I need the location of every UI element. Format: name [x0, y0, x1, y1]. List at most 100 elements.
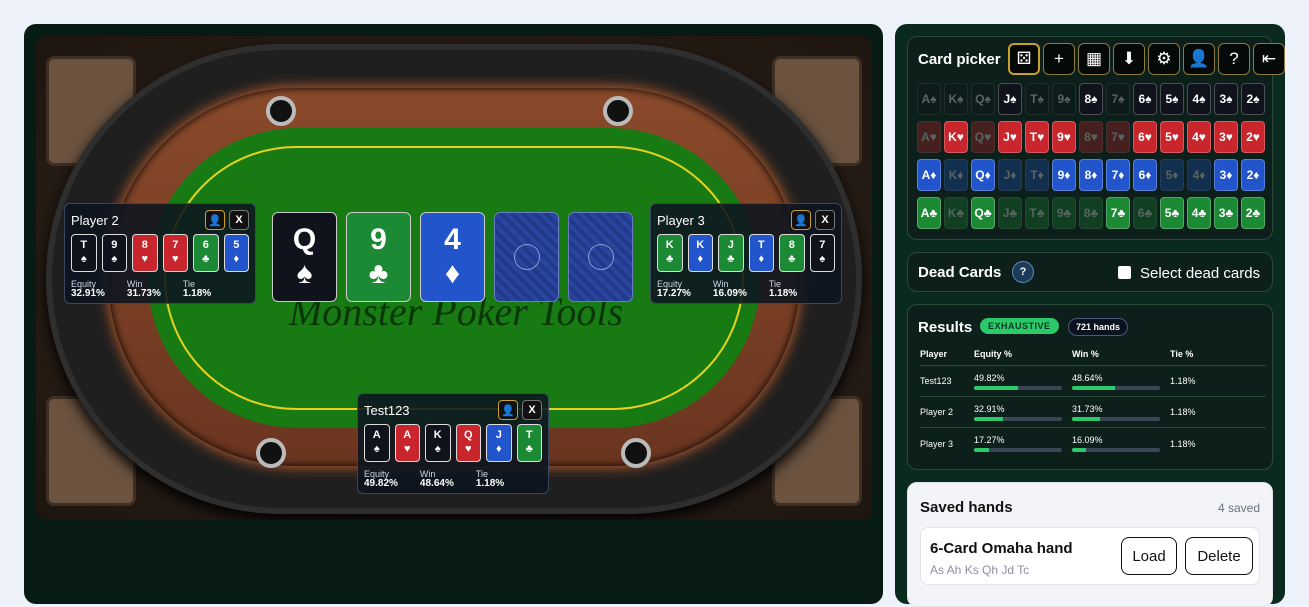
picker-card[interactable]: 9 ♦	[1052, 159, 1076, 191]
picker-card[interactable]: 9 ♣	[1052, 197, 1076, 229]
picker-card[interactable]: 3 ♣	[1214, 197, 1238, 229]
dead-cards-checkbox-label[interactable]: Select dead cards	[1140, 265, 1260, 282]
hole-card[interactable]: T ♦	[748, 234, 774, 272]
picker-card[interactable]: 7 ♠	[1106, 83, 1130, 115]
picker-card[interactable]: T ♥	[1025, 121, 1049, 153]
picker-card[interactable]: K ♦	[944, 159, 968, 191]
picker-card[interactable]: T ♦	[1025, 159, 1049, 191]
card-suit: ♦	[1145, 168, 1152, 182]
picker-card[interactable]: 7 ♣	[1106, 197, 1130, 229]
picker-card[interactable]: 5 ♥	[1160, 121, 1184, 153]
help-icon[interactable]: ?	[1218, 43, 1250, 75]
picker-card[interactable]: 9 ♥	[1052, 121, 1076, 153]
picker-card[interactable]: J ♦	[998, 159, 1022, 191]
picker-card[interactable]: 6 ♠	[1133, 83, 1157, 115]
picker-card[interactable]: 6 ♣	[1133, 197, 1157, 229]
picker-card[interactable]: 5 ♦	[1160, 159, 1184, 191]
hole-card[interactable]: 7 ♠	[809, 234, 835, 272]
hole-card[interactable]: T ♠	[71, 234, 97, 272]
card-suit: ♣	[1252, 206, 1261, 220]
picker-card[interactable]: 2 ♣	[1241, 197, 1265, 229]
picker-card[interactable]: 8 ♣	[1079, 197, 1103, 229]
hole-card[interactable]: A ♠	[364, 424, 390, 462]
picker-card[interactable]: 2 ♥	[1241, 121, 1265, 153]
picker-card[interactable]: K ♣	[944, 197, 968, 229]
picker-card[interactable]: Q ♥	[971, 121, 995, 153]
hole-card[interactable]: 9 ♠	[101, 234, 127, 272]
picker-card[interactable]: 6 ♥	[1133, 121, 1157, 153]
sidebar: Card picker ⚄ + ▦ ⬇ ⚙ 👤? ⇤ A ♠ K ♠ Q ♠ J ♠ T ♠ 9 ♠ 8 ♠ 7 ♠ 6 ♠ 5…	[895, 24, 1285, 607]
card-rank: T	[80, 239, 88, 251]
picker-card[interactable]: 8 ♥	[1079, 121, 1103, 153]
hole-card[interactable]: J ♣	[718, 234, 744, 272]
download-icon[interactable]: ⬇	[1113, 43, 1145, 75]
picker-card[interactable]: 2 ♦	[1241, 159, 1265, 191]
hole-card[interactable]: Q ♥	[455, 424, 481, 462]
load-button[interactable]: Load	[1121, 537, 1177, 575]
hole-card[interactable]: K ♣	[657, 234, 683, 272]
picker-card[interactable]: Q ♦	[971, 159, 995, 191]
plus-icon[interactable]: +	[1043, 43, 1075, 75]
card-suit: ♠	[1118, 92, 1125, 106]
picker-card[interactable]: 8 ♦	[1079, 159, 1103, 191]
calculator-icon[interactable]: ▦	[1078, 43, 1110, 75]
hole-card[interactable]: 8 ♥	[132, 234, 158, 272]
picker-card[interactable]: 4 ♠	[1187, 83, 1211, 115]
hole-card[interactable]: 7 ♥	[162, 234, 188, 272]
remove-player-button[interactable]: X	[522, 400, 542, 420]
dead-cards-panel: Dead Cards ? Select dead cards	[907, 252, 1273, 292]
random-icon[interactable]: ⚄	[1008, 43, 1040, 75]
picker-card[interactable]: T ♠	[1025, 83, 1049, 115]
dead-cards-checkbox[interactable]	[1118, 266, 1131, 279]
picker-card[interactable]: 2 ♠	[1241, 83, 1265, 115]
picker-card[interactable]: A ♣	[917, 197, 941, 229]
add-player-icon[interactable]: 👤	[791, 210, 811, 230]
card-rank: A	[921, 92, 931, 106]
picker-card[interactable]: J ♣	[998, 197, 1022, 229]
user-icon[interactable]: 👤	[1183, 43, 1215, 75]
picker-card[interactable]: A ♠	[917, 83, 941, 115]
picker-card[interactable]: 3 ♠	[1214, 83, 1238, 115]
picker-card[interactable]: K ♠	[944, 83, 968, 115]
help-icon[interactable]: ?	[1012, 261, 1034, 283]
picker-card[interactable]: Q ♠	[971, 83, 995, 115]
picker-card[interactable]: 8 ♠	[1079, 83, 1103, 115]
add-player-icon[interactable]: 👤	[498, 400, 518, 420]
picker-card[interactable]: 4 ♥	[1187, 121, 1211, 153]
picker-card[interactable]: 3 ♥	[1214, 121, 1238, 153]
remove-player-button[interactable]: X	[229, 210, 249, 230]
picker-card[interactable]: 7 ♥	[1106, 121, 1130, 153]
picker-card[interactable]: 3 ♦	[1214, 159, 1238, 191]
picker-card[interactable]: 5 ♣	[1160, 197, 1184, 229]
picker-card[interactable]: A ♦	[917, 159, 941, 191]
picker-card[interactable]: A ♥	[917, 121, 941, 153]
picker-card[interactable]: J ♠	[998, 83, 1022, 115]
delete-button[interactable]: Delete	[1185, 537, 1253, 575]
picker-card[interactable]: 6 ♦	[1133, 159, 1157, 191]
hole-card[interactable]: A ♥	[394, 424, 420, 462]
hole-card[interactable]: 8 ♣	[779, 234, 805, 272]
card-suit: ♠	[984, 92, 991, 106]
hole-card[interactable]: K ♦	[687, 234, 713, 272]
card-rank: 9	[1057, 130, 1064, 144]
logout-icon[interactable]: ⇤	[1253, 43, 1285, 75]
picker-card[interactable]: K ♥	[944, 121, 968, 153]
picker-card[interactable]: 4 ♣	[1187, 197, 1211, 229]
picker-card[interactable]: 4 ♦	[1187, 159, 1211, 191]
hole-card[interactable]: J ♦	[486, 424, 512, 462]
picker-card[interactable]: 7 ♦	[1106, 159, 1130, 191]
hole-card[interactable]: T ♣	[516, 424, 542, 462]
gear-icon[interactable]: ⚙	[1148, 43, 1180, 75]
picker-card[interactable]: Q ♣	[971, 197, 995, 229]
hole-card[interactable]: K ♠	[425, 424, 451, 462]
hole-card[interactable]: 5 ♦	[223, 234, 249, 272]
hole-card[interactable]: 6 ♣	[193, 234, 219, 272]
picker-card[interactable]: J ♥	[998, 121, 1022, 153]
picker-card[interactable]: T ♣	[1025, 197, 1049, 229]
card-rank: 5	[233, 239, 240, 251]
add-player-icon[interactable]: 👤	[205, 210, 225, 230]
picker-card[interactable]: 5 ♠	[1160, 83, 1184, 115]
remove-player-button[interactable]: X	[815, 210, 835, 230]
poker-table-scene: Monster Poker Tools Q ♠ 9 ♣ 4 ♦ Player 2 👤 X T ♠ 9…	[36, 36, 872, 520]
picker-card[interactable]: 9 ♠	[1052, 83, 1076, 115]
